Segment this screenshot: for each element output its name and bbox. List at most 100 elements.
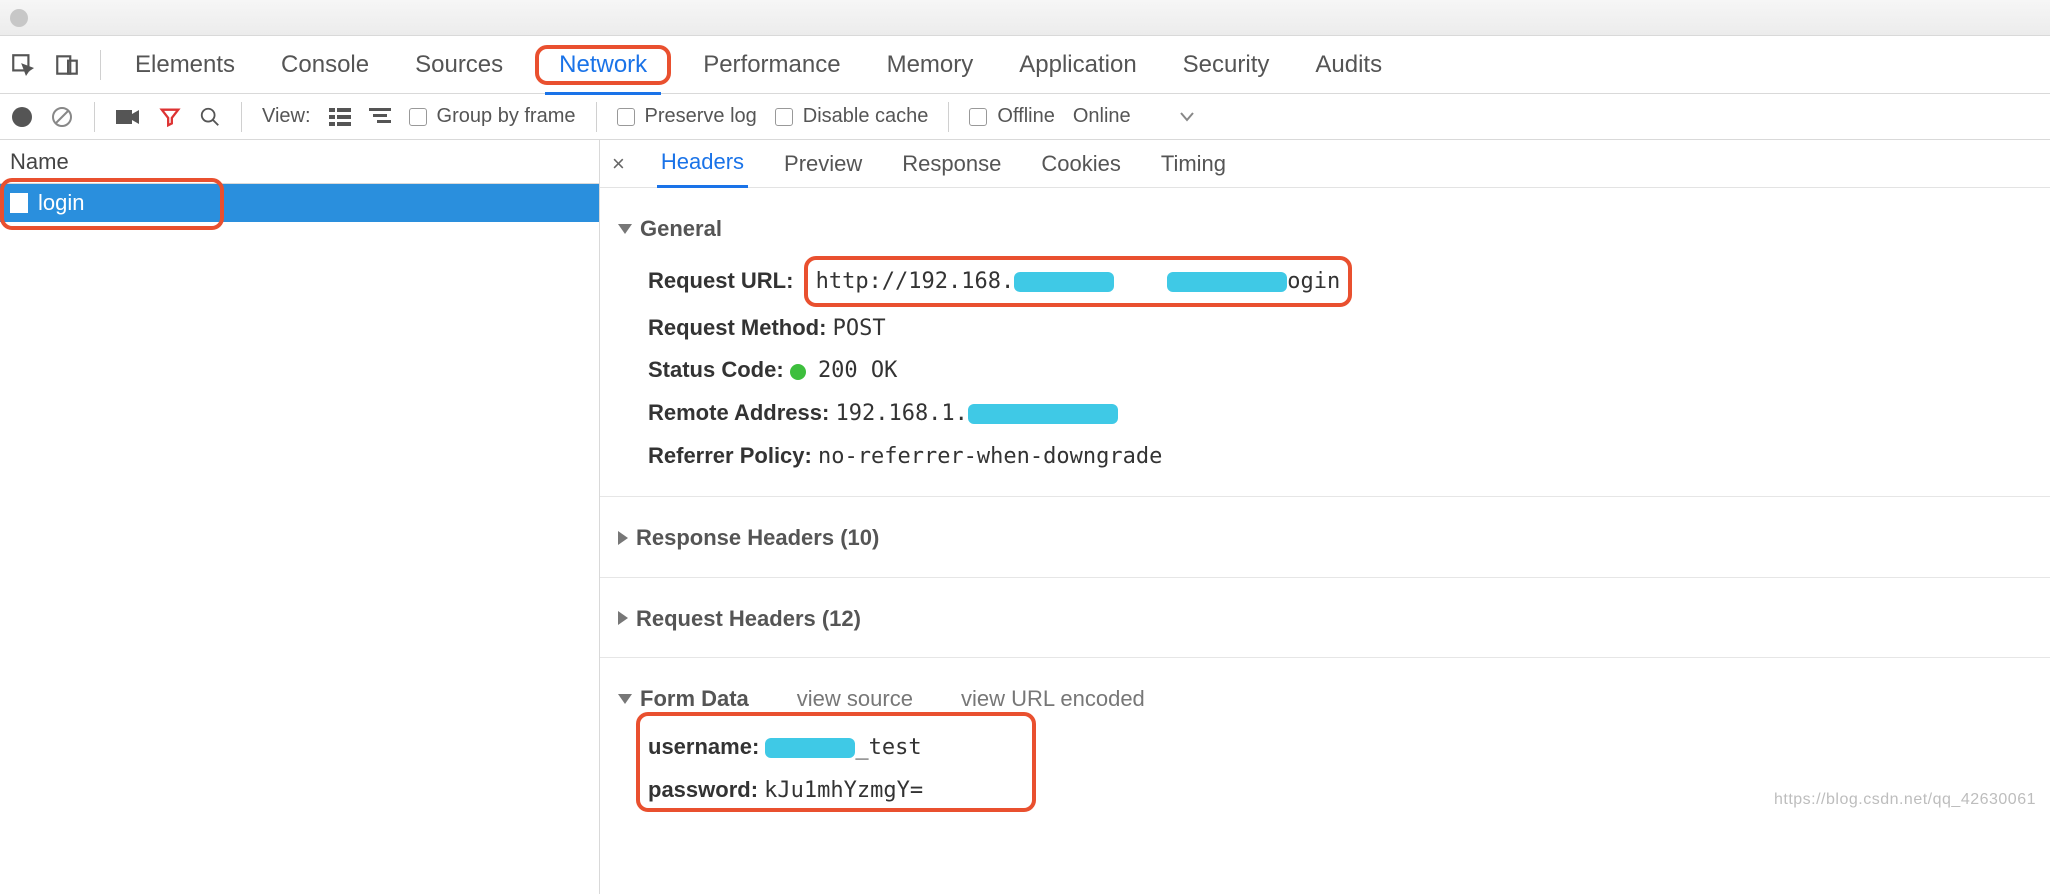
preserve-log-label: Preserve log (645, 105, 757, 128)
referrer-policy-row: Referrer Policy: no-referrer-when-downgr… (648, 435, 2032, 478)
detail-tabs: × Headers Preview Response Cookies Timin… (600, 140, 2050, 188)
remote-address-pre: 192.168.1. (835, 401, 967, 426)
search-icon[interactable] (199, 105, 221, 128)
detail-tab-timing[interactable]: Timing (1157, 141, 1230, 187)
request-url-post: ogin (1287, 269, 1340, 294)
clear-icon[interactable] (50, 105, 74, 129)
request-url-row: Request URL: http://192.168. ogin (648, 256, 2032, 307)
form-username-label: username: (648, 734, 759, 759)
tab-elements[interactable]: Elements (121, 37, 249, 93)
form-password-label: password: (648, 777, 758, 802)
group-by-frame-label: Group by frame (437, 105, 576, 128)
request-headers-label: Request Headers (12) (636, 598, 861, 640)
group-by-frame-checkbox[interactable]: Group by frame (409, 105, 576, 128)
devtools-tabs: Elements Console Sources Network Perform… (0, 36, 2050, 94)
request-url-label: Request URL: (648, 268, 793, 293)
filter-icon[interactable] (159, 105, 181, 128)
referrer-policy-label: Referrer Policy: (648, 443, 812, 468)
detail-tab-preview[interactable]: Preview (780, 141, 866, 187)
view-source-link[interactable]: view source (797, 678, 913, 720)
tab-audits[interactable]: Audits (1301, 37, 1396, 93)
form-username-value: _test (765, 735, 921, 760)
form-password-value: kJu1mhYzmgY= (764, 778, 923, 803)
request-url-value: http://192.168. ogin (816, 269, 1341, 294)
camera-icon[interactable] (115, 105, 141, 128)
watermark: https://blog.csdn.net/qq_42630061 (1774, 785, 2036, 815)
redaction (765, 738, 855, 758)
status-code-label: Status Code: (648, 357, 784, 382)
redaction (1014, 272, 1114, 292)
inspect-icon[interactable] (10, 52, 36, 78)
request-row-login[interactable]: login (0, 184, 599, 222)
tab-network[interactable]: Network (545, 37, 661, 95)
disable-cache-label: Disable cache (803, 105, 929, 128)
disable-cache-checkbox[interactable]: Disable cache (775, 105, 929, 128)
highlight-request-url: http://192.168. ogin (804, 256, 1353, 307)
detail-tab-headers[interactable]: Headers (657, 140, 748, 188)
separator (100, 50, 101, 80)
document-icon (10, 193, 28, 213)
window-close-icon[interactable] (10, 9, 28, 27)
tab-application[interactable]: Application (1005, 37, 1150, 93)
device-toggle-icon[interactable] (54, 52, 80, 78)
highlight-network-tab: Network (535, 45, 671, 85)
chevron-down-icon[interactable] (1179, 105, 1195, 128)
detail-body: General Request URL: http://192.168. ogi… (600, 188, 2050, 822)
redaction (1167, 272, 1287, 292)
form-data-label: Form Data (640, 678, 749, 720)
collapse-icon (618, 611, 628, 625)
status-dot-icon (790, 364, 806, 380)
response-headers-label: Response Headers (10) (636, 517, 879, 559)
status-code-row: Status Code: 200 OK (648, 349, 2032, 392)
request-name: login (38, 190, 84, 216)
separator (94, 102, 95, 132)
form-username-text: _test (855, 735, 921, 760)
separator (241, 102, 242, 132)
request-url-pre: http://192.168. (816, 269, 1015, 294)
request-detail-panel: × Headers Preview Response Cookies Timin… (600, 140, 2050, 894)
status-code-value: 200 OK (818, 358, 897, 383)
section-general[interactable]: General (618, 208, 2032, 250)
separator (596, 102, 597, 132)
tab-performance[interactable]: Performance (689, 37, 854, 93)
view-waterfall-icon[interactable] (369, 105, 391, 128)
tab-console[interactable]: Console (267, 37, 383, 93)
expand-icon (618, 694, 632, 704)
redaction (968, 404, 1118, 424)
remote-address-label: Remote Address: (648, 400, 829, 425)
window-titlebar (0, 0, 2050, 36)
section-response-headers[interactable]: Response Headers (10) (618, 517, 2032, 559)
close-detail-icon[interactable]: × (612, 151, 625, 177)
remote-address-value: 192.168.1. (835, 401, 1117, 426)
remote-address-row: Remote Address: 192.168.1. (648, 392, 2032, 435)
section-form-data[interactable]: Form Data view source view URL encoded (618, 678, 2032, 720)
view-label: View: (262, 105, 311, 128)
request-method-row: Request Method: POST (648, 307, 2032, 350)
highlight-request (0, 178, 224, 230)
tab-memory[interactable]: Memory (873, 37, 988, 93)
request-list-header: Name (0, 140, 599, 184)
network-toolbar: View: Group by frame Preserve log Disabl… (0, 94, 2050, 140)
section-request-headers[interactable]: Request Headers (12) (618, 598, 2032, 640)
request-list-panel: Name login (0, 140, 600, 894)
view-large-icon[interactable] (329, 105, 351, 128)
throttling-select[interactable]: Online (1073, 105, 1131, 128)
request-method-label: Request Method: (648, 315, 826, 340)
collapse-icon (618, 531, 628, 545)
view-url-encoded-link[interactable]: view URL encoded (961, 678, 1145, 720)
expand-icon (618, 224, 632, 234)
detail-tab-cookies[interactable]: Cookies (1037, 141, 1124, 187)
tab-sources[interactable]: Sources (401, 37, 517, 93)
record-icon[interactable] (12, 107, 32, 127)
tab-security[interactable]: Security (1169, 37, 1284, 93)
detail-tab-response[interactable]: Response (898, 141, 1005, 187)
separator (948, 102, 949, 132)
preserve-log-checkbox[interactable]: Preserve log (617, 105, 757, 128)
section-general-label: General (640, 208, 722, 250)
referrer-policy-value: no-referrer-when-downgrade (818, 444, 1162, 469)
request-method-value: POST (833, 316, 886, 341)
form-username-row: username: _test (648, 726, 2032, 769)
offline-label: Offline (997, 105, 1054, 128)
offline-checkbox[interactable]: Offline (969, 105, 1054, 128)
network-content: Name login × Headers Preview Response Co… (0, 140, 2050, 894)
